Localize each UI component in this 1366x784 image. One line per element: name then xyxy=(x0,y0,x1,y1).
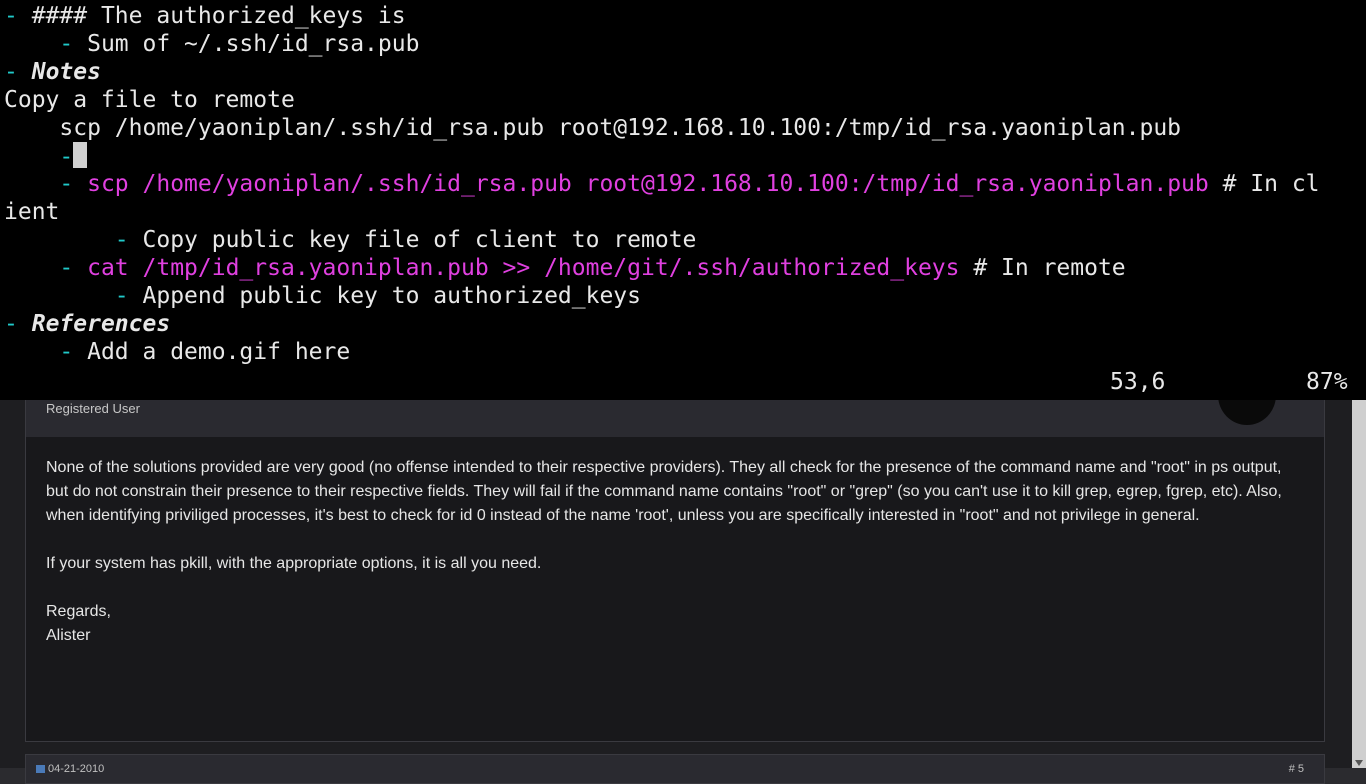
terminal-line: - Notes xyxy=(4,59,101,85)
post-number-link[interactable]: # 5 xyxy=(1289,763,1304,775)
post-paragraph: If your system has pkill, with the appro… xyxy=(46,555,542,572)
post-date: 04-21-2010 xyxy=(36,763,104,775)
post-icon xyxy=(36,765,45,773)
terminal-line: - Add a demo.gif here xyxy=(59,339,351,365)
scroll-down-arrow-icon[interactable] xyxy=(1355,760,1363,766)
terminal-line: - References xyxy=(4,311,171,337)
terminal-line: - Append public key to authorized_keys xyxy=(114,283,641,309)
post-author-signature: Alister xyxy=(46,627,91,644)
next-post-header: 04-21-2010 # 5 xyxy=(25,754,1325,784)
terminal-line: - scp /home/yaoniplan/.ssh/id_rsa.pub ro… xyxy=(59,171,1320,197)
terminal-line: - #### The authorized_keys is xyxy=(4,3,406,29)
scroll-percent: 87% xyxy=(1306,369,1348,395)
terminal-line: - Sum of ~/.ssh/id_rsa.pub xyxy=(59,31,420,57)
terminal-line: ient xyxy=(4,199,60,225)
terminal-line: - Copy public key file of client to remo… xyxy=(114,227,697,253)
terminal-line: - xyxy=(4,142,88,170)
terminal-line: Copy a file to remote xyxy=(4,87,295,113)
text-cursor xyxy=(73,142,88,168)
post-paragraph: None of the solutions provided are very … xyxy=(46,459,1282,524)
post-body: None of the solutions provided are very … xyxy=(46,456,1308,648)
user-role: Registered User xyxy=(46,401,140,416)
forum-post: Registered User None of the solutions pr… xyxy=(25,364,1325,742)
terminal-line: - cat /tmp/id_rsa.yaoniplan.pub >> /home… xyxy=(59,255,1126,281)
terminal-window[interactable]: - #### The authorized_keys is - Sum of ~… xyxy=(0,0,1366,400)
cursor-position: 53,6 xyxy=(1110,369,1166,395)
post-signoff: Regards, xyxy=(46,603,111,620)
terminal-line: scp /home/yaoniplan/.ssh/id_rsa.pub root… xyxy=(59,115,1182,141)
